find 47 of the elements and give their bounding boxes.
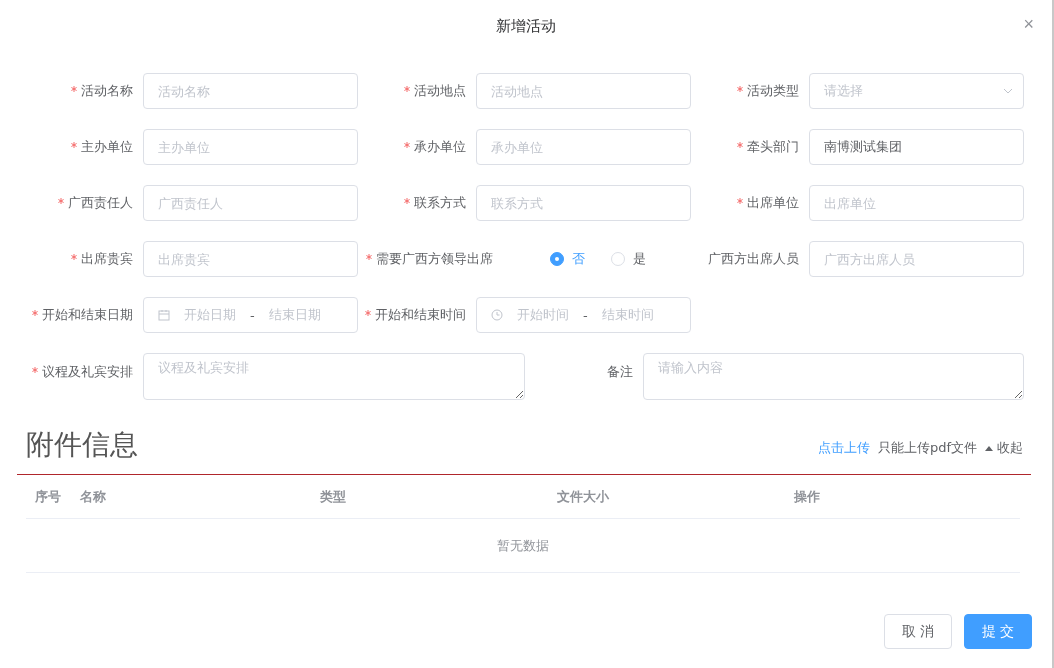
text-field[interactable]: 出席单位: [809, 185, 1024, 221]
field-label: 活动名称: [25, 82, 133, 100]
text-field[interactable]: 广西责任人: [143, 185, 358, 221]
collapse-toggle[interactable]: 收起: [985, 439, 1023, 457]
field-label: 需要广西方领导出席: [366, 250, 493, 268]
dialog-title: 新增活动: [496, 16, 556, 36]
column-header: 类型: [320, 487, 347, 506]
column-header: 名称: [80, 487, 107, 506]
field-label: 备注: [606, 363, 633, 381]
field-label: 联系方式: [358, 194, 466, 212]
text-field[interactable]: 广西方出席人员: [809, 241, 1024, 277]
empty-message: 暂无数据: [497, 536, 549, 555]
textarea-field[interactable]: 议程及礼宾安排: [143, 353, 525, 400]
field-label: 牵头部门: [691, 138, 799, 156]
close-button[interactable]: ×: [1023, 14, 1034, 34]
caret-up-icon: [985, 445, 993, 451]
text-field[interactable]: 联系方式: [476, 185, 691, 221]
column-header: 文件大小: [557, 487, 610, 506]
field-label: 出席单位: [691, 194, 799, 212]
field-label: 开始和结束日期: [25, 306, 133, 324]
field-label: 活动类型: [691, 82, 799, 100]
radio-option[interactable]: 是: [611, 250, 646, 268]
range-field[interactable]: 开始时间 - 结束时间: [476, 297, 691, 333]
clock-icon: [491, 309, 503, 321]
field-label: 广西方出席人员: [707, 250, 799, 268]
calendar-icon: [158, 309, 170, 321]
field-label: 广西责任人: [25, 194, 133, 212]
field-label: 活动地点: [358, 82, 466, 100]
field-label: 议程及礼宾安排: [25, 353, 133, 381]
text-field[interactable]: 出席贵宾: [143, 241, 358, 277]
field-label: 出席贵宾: [25, 250, 133, 268]
chevron-down-icon: [1003, 88, 1013, 94]
field-label: 开始和结束时间: [358, 306, 466, 324]
text-field[interactable]: 主办单位: [143, 129, 358, 165]
section-title: 附件信息: [26, 428, 138, 462]
text-field[interactable]: 南博测试集团: [809, 129, 1024, 165]
field-label: 承办单位: [358, 138, 466, 156]
column-header: 操作: [794, 487, 821, 506]
upload-hint: 只能上传pdf文件: [877, 439, 977, 457]
text-field[interactable]: 承办单位: [476, 129, 691, 165]
range-field[interactable]: 开始日期 - 结束日期: [143, 297, 358, 333]
text-field[interactable]: 活动地点: [476, 73, 691, 109]
column-header: 序号: [35, 487, 62, 506]
cancel-button[interactable]: 取 消: [884, 614, 952, 649]
textarea-field[interactable]: 请输入内容: [643, 353, 1024, 400]
field-label: 主办单位: [25, 138, 133, 156]
text-field[interactable]: 活动名称: [143, 73, 358, 109]
